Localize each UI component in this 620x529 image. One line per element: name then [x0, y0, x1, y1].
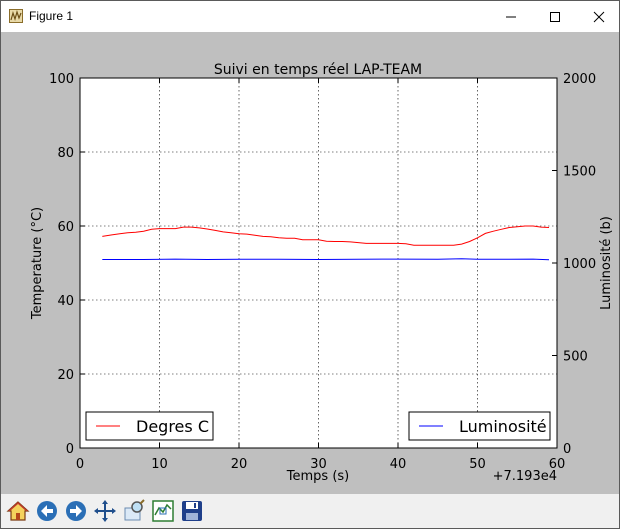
save-icon: [182, 501, 202, 521]
figure-canvas[interactable]: Suivi en temps réel LAP-TEAM 0 10 20 30 40 50…: [1, 32, 619, 494]
zoom-button[interactable]: [121, 497, 147, 525]
x-tick-label: 0: [76, 457, 84, 472]
title-bar[interactable]: Figure 1: [1, 1, 619, 32]
home-button[interactable]: [5, 497, 31, 525]
maximize-icon: [549, 11, 560, 22]
forward-button[interactable]: [63, 497, 89, 525]
navigation-toolbar: [1, 494, 619, 528]
x-tick-label: 50: [469, 457, 486, 472]
pan-icon: [94, 500, 116, 522]
matplotlib-icon: [9, 9, 23, 23]
y-right-tick-label: 500: [563, 350, 588, 365]
y-tick-label: 80: [57, 146, 74, 161]
x-tick-label: 20: [231, 457, 248, 472]
y-axis-label: Temperature (°C): [30, 207, 45, 320]
window-title: Figure 1: [29, 9, 74, 23]
back-button[interactable]: [34, 497, 60, 525]
subplots-icon: [152, 500, 174, 522]
save-button[interactable]: [179, 497, 205, 525]
y-tick-label: 20: [57, 368, 74, 383]
zoom-icon: [124, 499, 145, 521]
x-tick-label: 40: [390, 457, 407, 472]
back-arrow-icon: [37, 501, 57, 521]
maximize-button[interactable]: [532, 1, 577, 32]
y-tick-label: 100: [49, 72, 74, 87]
figure-window: Figure 1 Suivi en temps réel LAP-TEAM 0 1…: [0, 0, 620, 529]
minimize-icon: [505, 16, 516, 17]
home-icon: [6, 501, 30, 521]
legend-temperature[interactable]: Degres C: [85, 411, 214, 441]
minimize-button[interactable]: [488, 1, 533, 32]
y-right-tick-label: 1500: [563, 165, 596, 180]
y-right-tick-label: 2000: [563, 72, 596, 87]
legend-luminosity[interactable]: Luminosité: [408, 411, 551, 441]
close-button[interactable]: [576, 1, 620, 32]
y-tick-label: 0: [66, 442, 74, 457]
y-tick-label: 60: [57, 220, 74, 235]
y-axis-right-label: Luminosité (b): [599, 216, 614, 310]
legend-temperature-label: Degres C: [136, 417, 209, 436]
forward-arrow-icon: [66, 501, 86, 521]
chart-title: Suivi en temps réel LAP-TEAM: [214, 62, 422, 78]
y-right-tick-label: 0: [563, 442, 571, 457]
x-tick-label: 10: [151, 457, 168, 472]
x-axis-label: Temps (s): [286, 469, 349, 484]
y-tick-label: 40: [57, 294, 74, 309]
chart[interactable]: Suivi en temps réel LAP-TEAM 0 10 20 30 40 50…: [1, 32, 619, 494]
subplots-button[interactable]: [150, 497, 176, 525]
close-icon: [593, 11, 604, 22]
legend-luminosity-label: Luminosité: [459, 417, 547, 436]
y-right-tick-label: 1000: [563, 257, 596, 272]
pan-button[interactable]: [92, 497, 118, 525]
x-offset-label: +7.193e4: [493, 469, 557, 484]
